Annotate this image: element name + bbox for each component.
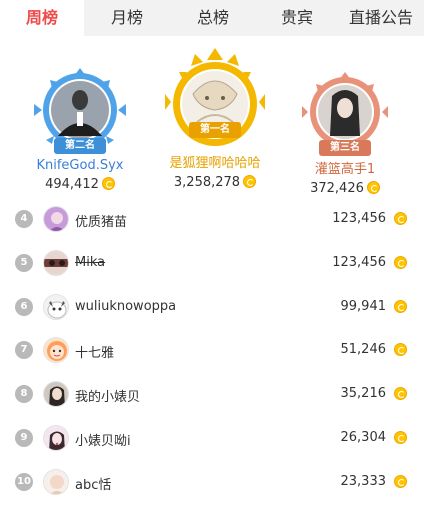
tab-weekly[interactable]: 周榜 — [0, 0, 84, 36]
gold-coin-icon — [394, 299, 407, 313]
podium-third-place[interactable]: 第三名 灌篮高手1 372,426 — [280, 70, 410, 196]
user-score: 35,216 — [340, 386, 387, 402]
avatar[interactable] — [43, 468, 69, 495]
rank-number-badge: 6 — [15, 297, 33, 316]
user-name[interactable]: Mika — [75, 255, 105, 270]
ranking-list: 4 优质猪苗 123,456 5 Mika 123,456 6 wuliukno… — [0, 198, 424, 505]
user-name[interactable]: abc恬 — [75, 474, 111, 493]
gold-coin-icon — [394, 430, 407, 444]
user-score: 51,246 — [340, 342, 387, 358]
first-place-ribbon: 第一名 — [189, 122, 241, 138]
tab-vip[interactable]: 贵宾 — [256, 0, 338, 36]
avatar[interactable] — [43, 424, 69, 451]
third-place-badge: 第三名 — [302, 70, 388, 156]
tab-total[interactable]: 总榜 — [170, 0, 256, 36]
rank-number-badge: 4 — [15, 210, 33, 228]
gold-coin-icon — [394, 474, 407, 488]
gold-coin-icon — [243, 175, 257, 188]
user-name[interactable]: wuliuknowoppa — [75, 299, 176, 314]
second-place-score-value: 494,412 — [45, 177, 99, 192]
top-three-podium: 第二名 KnifeGod.Syx 494,412 第一名 是狐狸啊哈哈哈 3,2… — [0, 48, 424, 196]
avatar[interactable] — [43, 337, 69, 364]
third-place-name[interactable]: 灌篮高手1 — [280, 158, 410, 177]
user-score: 123,456 — [332, 254, 386, 270]
podium-first-place[interactable]: 第一名 是狐狸啊哈哈哈 3,258,278 — [150, 48, 280, 190]
gold-coin-icon — [394, 343, 407, 357]
first-place-name[interactable]: 是狐狸啊哈哈哈 — [150, 152, 280, 171]
second-place-score: 494,412 — [15, 177, 145, 192]
second-place-badge: 第二名 — [34, 66, 126, 156]
first-place-badge: 第一名 — [165, 48, 265, 152]
third-place-score-value: 372,426 — [310, 181, 364, 196]
rank-number-badge: 8 — [15, 385, 33, 404]
avatar[interactable] — [43, 381, 69, 408]
user-name[interactable]: 十七雅 — [75, 342, 114, 361]
rank-number-badge: 5 — [15, 253, 33, 272]
second-place-name[interactable]: KnifeGod.Syx — [15, 158, 145, 173]
tab-announcement[interactable]: 直播公告 — [338, 0, 424, 36]
user-score: 26,304 — [340, 429, 387, 445]
rank-number-badge: 7 — [15, 341, 33, 360]
third-place-ribbon: 第三名 — [319, 140, 371, 156]
list-item[interactable]: 10 abc恬 23,333 — [0, 461, 424, 505]
ranking-tabs: 周榜 月榜 总榜 贵宾 直播公告 — [0, 0, 424, 36]
user-name[interactable]: 优质猪苗 — [75, 211, 127, 230]
user-score: 99,941 — [340, 298, 387, 314]
list-item[interactable]: 4 优质猪苗 123,456 — [0, 198, 424, 242]
avatar[interactable] — [43, 249, 69, 276]
avatar[interactable] — [43, 293, 69, 320]
gold-coin-icon — [101, 177, 115, 190]
avatar[interactable] — [43, 206, 69, 232]
podium-second-place[interactable]: 第二名 KnifeGod.Syx 494,412 — [15, 66, 145, 192]
gold-coin-icon — [366, 181, 380, 194]
list-item[interactable]: 8 我的小婊贝 35,216 — [0, 373, 424, 417]
user-score: 123,456 — [332, 211, 386, 226]
user-score: 23,333 — [340, 473, 387, 489]
rank-number-badge: 9 — [15, 428, 33, 447]
gold-coin-icon — [394, 255, 407, 269]
first-place-score-value: 3,258,278 — [173, 175, 241, 190]
user-name[interactable]: 我的小婊贝 — [75, 386, 140, 405]
list-item[interactable]: 5 Mika 123,456 — [0, 242, 424, 286]
second-place-ribbon: 第二名 — [54, 138, 106, 154]
user-name[interactable]: 小婊贝呦i — [75, 430, 131, 449]
first-place-score: 3,258,278 — [150, 175, 280, 190]
gold-coin-icon — [394, 387, 407, 401]
gold-coin-icon — [394, 212, 407, 225]
third-place-score: 372,426 — [280, 181, 410, 196]
tab-monthly[interactable]: 月榜 — [84, 0, 170, 36]
list-item[interactable]: 7 十七雅 51,246 — [0, 329, 424, 373]
list-item[interactable]: 9 小婊贝呦i 26,304 — [0, 417, 424, 461]
list-item[interactable]: 6 wuliuknowoppa 99,941 — [0, 286, 424, 330]
rank-number-badge: 10 — [15, 472, 33, 491]
